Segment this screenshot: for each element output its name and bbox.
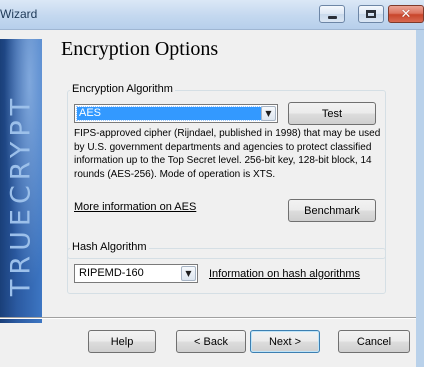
test-button[interactable]: Test (288, 102, 376, 125)
chevron-down-icon[interactable]: ▼ (261, 106, 276, 121)
back-button[interactable]: < Back (176, 330, 246, 353)
title-bar: Wizard ✕ (0, 0, 424, 30)
footer-separator (0, 317, 416, 319)
encryption-algorithm-dropdown[interactable]: AES ▼ (74, 104, 278, 123)
next-button[interactable]: Next > (250, 330, 320, 353)
algorithm-description: FIPS-approved cipher (Rijndael, publishe… (74, 128, 381, 180)
banner-logo-text: TRUECRYPT (5, 93, 37, 297)
help-button[interactable]: Help (88, 330, 156, 353)
hash-algorithm-label: Hash Algorithm (70, 241, 149, 253)
maximize-button[interactable] (358, 5, 384, 23)
encryption-algorithm-label: Encryption Algorithm (70, 83, 175, 95)
minimize-button[interactable] (319, 5, 345, 23)
wizard-client-area: TRUECRYPT Encryption Options Encryption … (0, 30, 416, 367)
hash-algorithm-selected: RIPEMD-160 (79, 267, 144, 279)
window-title: Wizard (0, 7, 38, 21)
close-icon: ✕ (400, 6, 412, 22)
close-button[interactable]: ✕ (388, 5, 424, 23)
maximize-icon (366, 10, 376, 18)
hash-algorithm-dropdown[interactable]: RIPEMD-160 ▼ (74, 264, 198, 283)
hash-info-link[interactable]: Information on hash algorithms (209, 268, 360, 280)
window-frame-right (416, 30, 424, 367)
page-title: Encryption Options (61, 38, 219, 60)
truecrypt-banner: TRUECRYPT (0, 39, 42, 323)
minimize-icon (327, 15, 337, 19)
benchmark-button[interactable]: Benchmark (288, 199, 376, 222)
more-info-aes-link[interactable]: More information on AES (74, 201, 196, 213)
encryption-algorithm-selected: AES (76, 106, 262, 121)
cancel-button[interactable]: Cancel (338, 330, 410, 353)
chevron-down-icon[interactable]: ▼ (181, 266, 196, 281)
